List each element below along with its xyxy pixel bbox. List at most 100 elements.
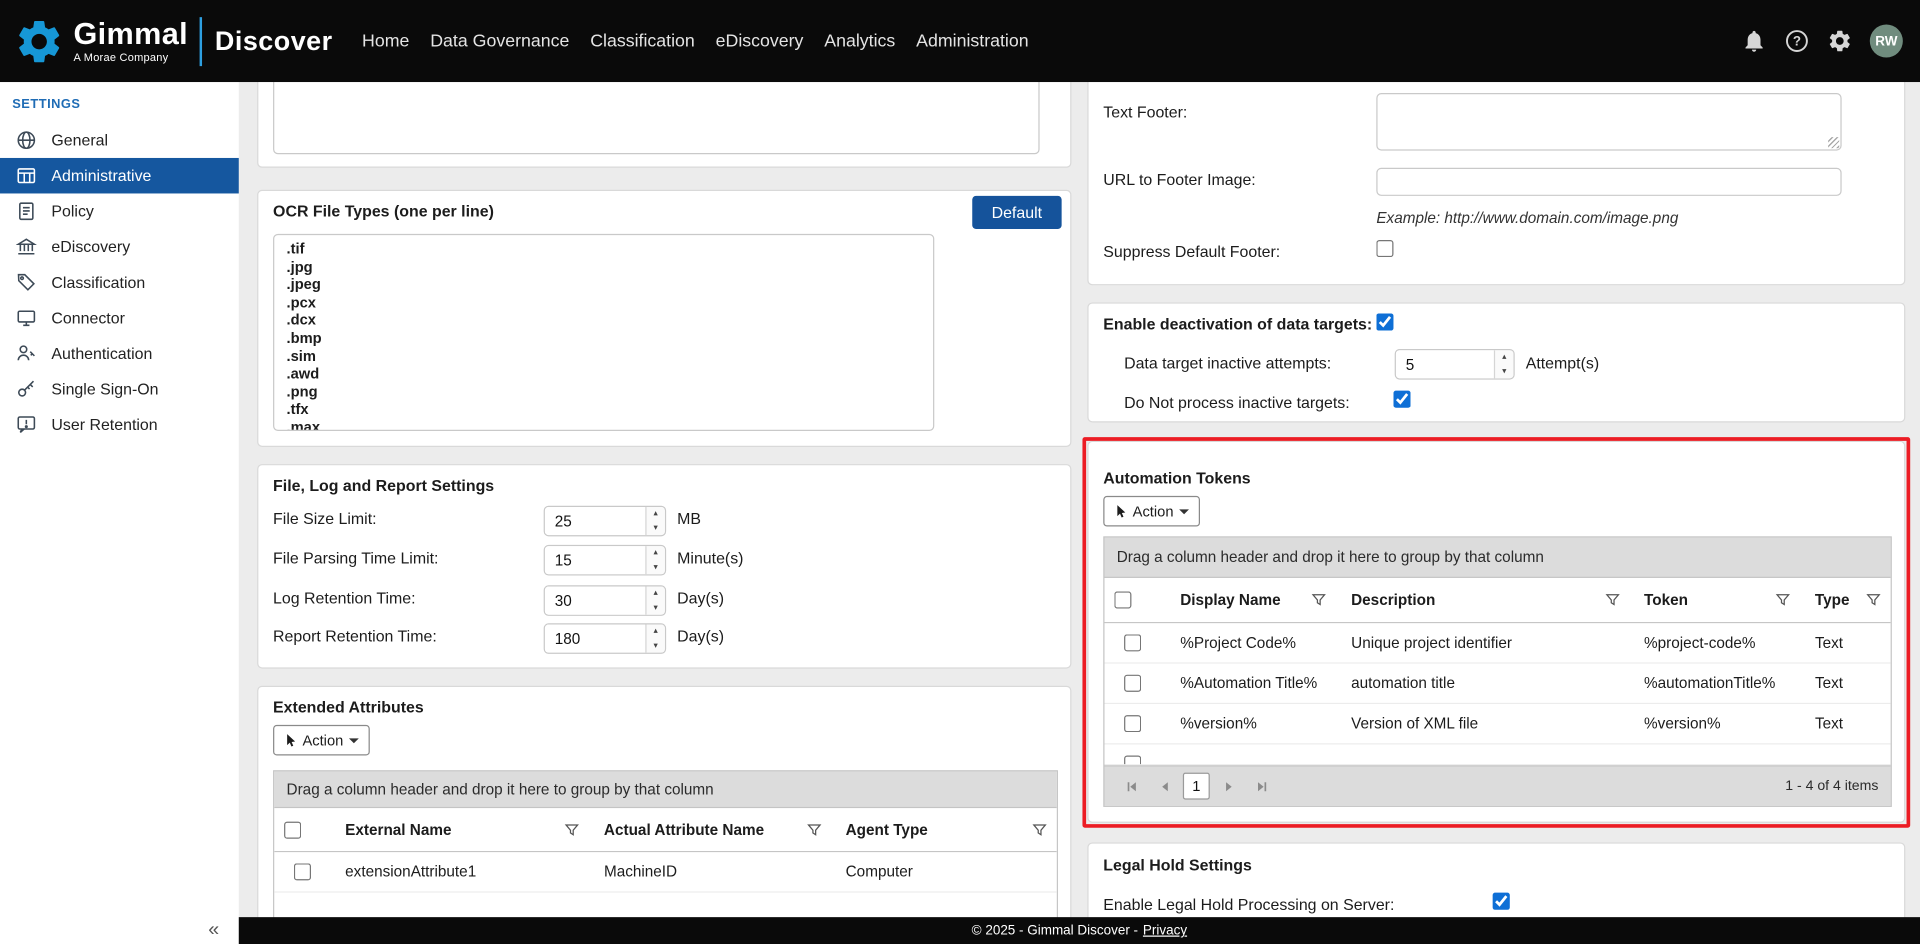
row-checkbox[interactable] xyxy=(294,863,311,880)
filter-icon[interactable] xyxy=(1605,593,1620,608)
spinner-up-icon[interactable]: ▴ xyxy=(1495,350,1513,364)
pager-prev-icon[interactable] xyxy=(1150,773,1177,800)
url-footer-image-input[interactable] xyxy=(1376,168,1841,196)
report-retention-input[interactable]: ▴▾ xyxy=(544,623,666,654)
filter-icon[interactable] xyxy=(806,822,821,837)
select-all-checkbox[interactable] xyxy=(284,821,301,838)
sidebar-collapse-button[interactable]: « xyxy=(208,920,219,942)
row-checkbox[interactable] xyxy=(1124,756,1141,766)
row-checkbox[interactable] xyxy=(1124,634,1141,651)
file-size-limit-value[interactable] xyxy=(545,507,645,535)
nav-item-home[interactable]: Home xyxy=(362,31,409,51)
nav-item-data-governance[interactable]: Data Governance xyxy=(430,31,569,51)
spinner-down-icon[interactable]: ▾ xyxy=(647,639,665,653)
sidebar-item-policy[interactable]: Policy xyxy=(0,193,239,229)
default-button[interactable]: Default xyxy=(972,196,1062,229)
spinner-down-icon[interactable]: ▾ xyxy=(1495,364,1513,378)
sidebar-item-single-sign-on[interactable]: Single Sign-On xyxy=(0,371,239,407)
enable-legal-hold-checkbox[interactable] xyxy=(1493,893,1510,910)
inactive-attempts-value[interactable] xyxy=(1396,350,1494,378)
sidebar-item-authentication[interactable]: Authentication xyxy=(0,336,239,372)
spinner-up-icon[interactable]: ▴ xyxy=(647,624,665,638)
no-process-inactive-checkbox[interactable] xyxy=(1393,391,1410,408)
sidebar-item-user-retention[interactable]: User Retention xyxy=(0,407,239,443)
sidebar-item-connector[interactable]: Connector xyxy=(0,300,239,336)
product-name[interactable]: Discover xyxy=(215,25,333,57)
footer-settings-panel: Text Footer: URL to Footer Image: Exampl… xyxy=(1087,82,1905,285)
enable-deactivation-checkbox[interactable] xyxy=(1376,313,1393,330)
cropped-textarea[interactable] xyxy=(273,82,1040,154)
spinner[interactable]: ▴▾ xyxy=(645,587,665,615)
sidebar-item-ediscovery[interactable]: eDiscovery xyxy=(0,229,239,265)
file-size-limit-input[interactable]: ▴▾ xyxy=(544,506,666,537)
user-avatar[interactable]: RW xyxy=(1870,24,1903,57)
column-header-agent-type[interactable]: Agent Type xyxy=(831,808,1057,851)
column-header-description[interactable]: Description xyxy=(1336,578,1629,622)
file-parsing-time-value[interactable] xyxy=(545,546,645,574)
cell-external-name: extensionAttribute1 xyxy=(330,863,589,880)
spinner-down-icon[interactable]: ▾ xyxy=(647,601,665,615)
spinner-up-icon[interactable]: ▴ xyxy=(647,546,665,560)
spinner[interactable]: ▴▾ xyxy=(645,507,665,535)
cell-type: Text xyxy=(1800,675,1890,692)
report-retention-value[interactable] xyxy=(545,624,645,652)
pager-first-icon[interactable] xyxy=(1117,773,1144,800)
column-header-actual-attribute-name[interactable]: Actual Attribute Name xyxy=(589,808,831,851)
select-all-checkbox[interactable] xyxy=(1114,591,1131,608)
sidebar-item-general[interactable]: General xyxy=(0,122,239,158)
gimmal-logo[interactable]: Gimmal A Morae Company xyxy=(13,15,187,66)
log-retention-input[interactable]: ▴▾ xyxy=(544,585,666,616)
help-icon[interactable]: ? xyxy=(1784,28,1810,54)
policy-document-icon xyxy=(16,201,37,222)
column-header-token[interactable]: Token xyxy=(1629,578,1800,622)
action-menu-button[interactable]: Action xyxy=(1103,496,1200,527)
spinner-down-icon[interactable]: ▾ xyxy=(647,521,665,535)
pager-range-text: 1 - 4 of 4 items xyxy=(1785,779,1878,794)
cell-description: Unique project identifier xyxy=(1336,634,1629,651)
notifications-bell-icon[interactable] xyxy=(1741,28,1767,54)
spinner-up-icon[interactable]: ▴ xyxy=(647,507,665,521)
nav-item-analytics[interactable]: Analytics xyxy=(824,31,895,51)
log-retention-value[interactable] xyxy=(545,587,645,615)
nav-item-administration[interactable]: Administration xyxy=(916,31,1029,51)
column-header-external-name[interactable]: External Name xyxy=(330,808,589,851)
caret-down-icon xyxy=(349,738,359,743)
file-parsing-time-input[interactable]: ▴▾ xyxy=(544,545,666,576)
inactive-attempts-input[interactable]: ▴▾ xyxy=(1395,349,1515,380)
privacy-link[interactable]: Privacy xyxy=(1143,923,1187,938)
filter-icon[interactable] xyxy=(1866,593,1881,608)
spinner-down-icon[interactable]: ▾ xyxy=(647,560,665,574)
sidebar-item-classification[interactable]: Classification xyxy=(0,264,239,300)
pager-last-icon[interactable] xyxy=(1249,773,1276,800)
action-button-label: Action xyxy=(1133,503,1174,520)
nav-item-classification[interactable]: Classification xyxy=(590,31,695,51)
action-menu-button[interactable]: Action xyxy=(273,725,370,756)
row-checkbox[interactable] xyxy=(1124,675,1141,692)
pager-page-button[interactable]: 1 xyxy=(1183,773,1210,800)
sidebar-item-administrative[interactable]: Administrative xyxy=(0,158,239,194)
settings-gear-icon[interactable] xyxy=(1827,28,1853,54)
pager-next-icon[interactable] xyxy=(1216,773,1243,800)
spinner-up-icon[interactable]: ▴ xyxy=(647,587,665,601)
spinner[interactable]: ▴▾ xyxy=(1494,350,1514,378)
filter-icon[interactable] xyxy=(1032,822,1047,837)
spinner[interactable]: ▴▾ xyxy=(645,624,665,652)
column-header-display-name[interactable]: Display Name xyxy=(1166,578,1337,622)
log-retention-label: Log Retention Time: xyxy=(273,589,415,607)
no-process-inactive-label: Do Not process inactive targets: xyxy=(1124,393,1350,411)
brand-tagline: A Morae Company xyxy=(73,51,187,63)
file-log-report-panel: File, Log and Report Settings File Size … xyxy=(257,464,1071,668)
filter-icon[interactable] xyxy=(565,822,580,837)
column-header-type[interactable]: Type xyxy=(1800,578,1890,622)
spinner[interactable]: ▴▾ xyxy=(645,546,665,574)
admin-grid-icon xyxy=(16,165,37,186)
row-checkbox[interactable] xyxy=(1124,715,1141,732)
pointer-icon xyxy=(284,732,296,748)
suppress-default-footer-checkbox[interactable] xyxy=(1376,240,1393,257)
ocr-file-types-list[interactable]: .tif .jpg .jpeg .pcx .dcx .bmp .sim .awd… xyxy=(273,234,934,431)
filter-icon[interactable] xyxy=(1776,593,1791,608)
nav-item-ediscovery[interactable]: eDiscovery xyxy=(716,31,804,51)
filter-icon[interactable] xyxy=(1312,593,1327,608)
enable-legal-hold-label: Enable Legal Hold Processing on Server: xyxy=(1103,895,1394,913)
text-footer-textarea[interactable] xyxy=(1376,93,1841,151)
